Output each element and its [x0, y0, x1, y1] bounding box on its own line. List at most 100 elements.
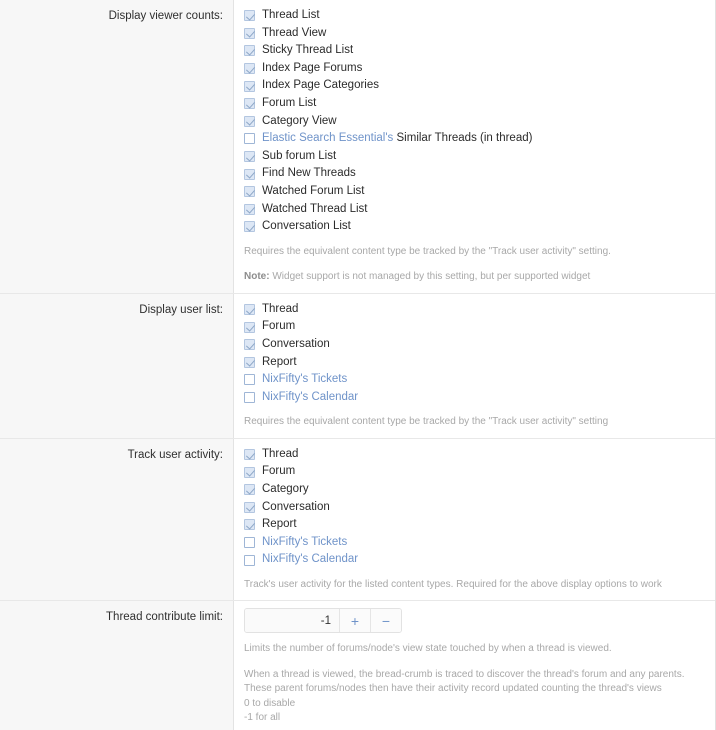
checkbox-row[interactable]: Report	[244, 354, 705, 372]
checkbox-label: Elastic Search Essential's Similar Threa…	[262, 132, 533, 145]
checkbox-row[interactable]: Watched Thread List	[244, 201, 705, 219]
checkbox-row[interactable]: Sticky Thread List	[244, 42, 705, 60]
display-viewer-counts-body: Thread List Thread View Sticky Thread List…	[234, 0, 715, 293]
checkbox-row[interactable]: Conversation	[244, 336, 705, 354]
display-user-list-help-text: Requires the equivalent content type be …	[244, 415, 688, 430]
checkbox-checked-icon[interactable]	[244, 484, 255, 496]
checkbox-row[interactable]: Watched Forum List	[244, 183, 705, 201]
thread-contribute-limit-input[interactable]	[245, 609, 339, 633]
checkbox-checked-icon[interactable]	[244, 168, 255, 180]
checkbox-row[interactable]: NixFifty's Calendar	[244, 551, 705, 569]
checkbox-row[interactable]: Conversation List	[244, 218, 705, 236]
checkbox-row[interactable]: Conversation	[244, 499, 705, 517]
row-display-user-list: Display user list: Thread Forum Conversatio…	[0, 293, 715, 439]
checkbox-checked-icon[interactable]	[244, 10, 255, 22]
checkbox-checked-icon[interactable]	[244, 115, 255, 127]
checkbox-row[interactable]: Thread	[244, 301, 705, 319]
checkbox-label: Thread	[262, 447, 299, 460]
row-thread-contribute-limit: Thread contribute limit: +− Limits the num…	[0, 601, 715, 730]
track-user-activity-label: Track user activity:	[0, 438, 234, 601]
checkbox-checked-icon[interactable]	[244, 98, 255, 110]
checkbox-checked-icon[interactable]	[244, 63, 255, 75]
checkbox-row[interactable]: NixFifty's Tickets	[244, 534, 705, 552]
checkbox-row[interactable]: Forum	[244, 318, 705, 336]
checkbox-unchecked-icon[interactable]	[244, 133, 255, 145]
checkbox-label: Forum	[262, 465, 296, 478]
checkbox-label: Report	[262, 518, 297, 531]
checkbox-checked-icon[interactable]	[244, 356, 255, 368]
thread-contribute-limit-body: +− Limits the number of forums/node's vie…	[234, 601, 715, 730]
checkbox-checked-icon[interactable]	[244, 186, 255, 198]
stepper-decrement-button[interactable]: −	[370, 609, 401, 633]
checkbox-row[interactable]: Find New Threads	[244, 165, 705, 183]
checkbox-label: Category	[262, 483, 309, 496]
display-viewer-counts-help-note: Note:	[244, 271, 270, 283]
checkbox-row[interactable]: Thread View	[244, 25, 705, 43]
checkbox-label: Conversation List	[262, 220, 351, 233]
checkbox-checked-icon[interactable]	[244, 27, 255, 39]
checkbox-label: Sticky Thread List	[262, 44, 354, 57]
checkbox-checked-icon[interactable]	[244, 321, 255, 333]
track-user-activity-help-paragraph: Track's user activity for the listed con…	[244, 578, 662, 590]
checkbox-checked-icon[interactable]	[244, 519, 255, 531]
checkbox-row[interactable]: Index Page Categories	[244, 77, 705, 95]
checkbox-label: Thread List	[262, 9, 320, 22]
checkbox-checked-icon[interactable]	[244, 449, 255, 461]
checkbox-label: Find New Threads	[262, 167, 356, 180]
checkbox-unchecked-icon[interactable]	[244, 537, 255, 549]
checkbox-checked-icon[interactable]	[244, 466, 255, 478]
track-user-activity-body: Thread Forum Category Conversation Report Nix…	[234, 439, 715, 601]
checkbox-checked-icon[interactable]	[244, 501, 255, 513]
checkbox-label-suffix: Similar Threads (in thread)	[396, 132, 533, 145]
display-viewer-counts-checkbox-list: Thread List Thread View Sticky Thread List…	[244, 7, 705, 236]
checkbox-unchecked-icon[interactable]	[244, 391, 255, 403]
row-display-viewer-counts: Display viewer counts: Thread List Thread …	[0, 0, 715, 294]
checkbox-label: Forum	[262, 320, 296, 333]
checkbox-row[interactable]: NixFifty's Tickets	[244, 371, 705, 389]
display-user-list-label: Display user list:	[0, 293, 234, 438]
display-user-list-body: Thread Forum Conversation Report NixFifty's …	[234, 294, 715, 438]
checkbox-checked-icon[interactable]	[244, 80, 255, 92]
checkbox-row[interactable]: Forum	[244, 463, 705, 481]
checkbox-checked-icon[interactable]	[244, 221, 255, 233]
checkbox-label-prefix: Elastic Search Essential's	[262, 132, 397, 145]
option-rows: Display viewer counts: Thread List Thread …	[0, 0, 715, 730]
stepper-increment-button[interactable]: +	[339, 609, 370, 633]
checkbox-row[interactable]: Category	[244, 481, 705, 499]
checkbox-row[interactable]: Thread List	[244, 7, 705, 25]
checkbox-label: NixFifty's Calendar	[262, 553, 359, 566]
checkbox-label: Thread View	[262, 26, 327, 39]
checkbox-label: Category View	[262, 114, 337, 127]
checkbox-row[interactable]: Index Page Forums	[244, 60, 705, 78]
checkbox-row[interactable]: Report	[244, 516, 705, 534]
display-user-list-help-paragraph: Requires the equivalent content type be …	[244, 416, 609, 428]
thread-contribute-limit-stepper: +−	[244, 608, 402, 634]
display-viewer-counts-label: Display viewer counts:	[0, 0, 234, 293]
checkbox-label: NixFifty's Tickets	[262, 535, 348, 548]
checkbox-row[interactable]: Thread	[244, 446, 705, 464]
checkbox-row[interactable]: Sub forum List	[244, 148, 705, 166]
display-viewer-counts-help-text: Requires the equivalent content type be …	[244, 245, 688, 285]
checkbox-row[interactable]: NixFifty's Calendar	[244, 389, 705, 407]
checkbox-row[interactable]: Category View	[244, 113, 705, 131]
display-viewer-counts-help-paragraph: Note: Widget support is not managed by t…	[244, 271, 591, 283]
checkbox-checked-icon[interactable]	[244, 203, 255, 215]
checkbox-checked-icon[interactable]	[244, 339, 255, 351]
thread-contribute-limit-help-paragraph: When a thread is viewed, the bread-crumb…	[244, 668, 685, 724]
checkbox-row[interactable]: Elastic Search Essential's Similar Threa…	[244, 130, 705, 148]
checkbox-unchecked-icon[interactable]	[244, 374, 255, 386]
checkbox-unchecked-icon[interactable]	[244, 554, 255, 566]
checkbox-label: Sub forum List	[262, 149, 337, 162]
checkbox-label: NixFifty's Calendar	[262, 390, 359, 403]
display-viewer-counts-help-paragraph: Requires the equivalent content type be …	[244, 245, 611, 257]
checkbox-checked-icon[interactable]	[244, 304, 255, 316]
track-user-activity-checkbox-list: Thread Forum Category Conversation Report Nix…	[244, 446, 705, 569]
checkbox-row[interactable]: Forum List	[244, 95, 705, 113]
thread-contribute-limit-help-text: Limits the number of forums/node's view …	[244, 642, 688, 726]
checkbox-label: Watched Thread List	[262, 202, 368, 215]
checkbox-label: Index Page Categories	[262, 79, 379, 92]
thread-contribute-limit-help-paragraph: Limits the number of forums/node's view …	[244, 643, 612, 655]
checkbox-checked-icon[interactable]	[244, 151, 255, 163]
checkbox-checked-icon[interactable]	[244, 45, 255, 57]
track-user-activity-help-text: Track's user activity for the listed con…	[244, 578, 688, 593]
